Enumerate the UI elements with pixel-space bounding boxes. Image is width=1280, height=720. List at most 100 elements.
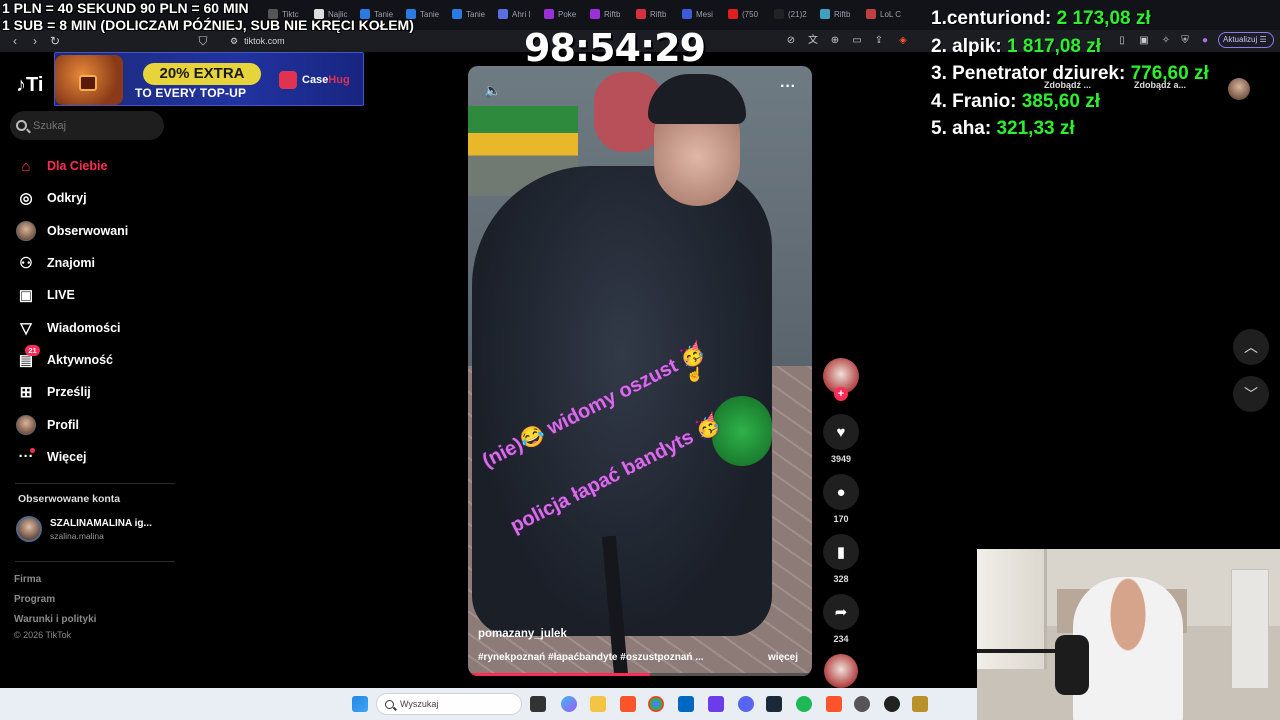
site-info-icon[interactable]: ⚙ [230,36,238,47]
previous-video-button[interactable]: ︿ [1233,329,1269,365]
settings-icon[interactable] [854,696,870,712]
sidebar-item-label: Odkryj [47,191,87,206]
tiktok-logo[interactable]: ♪Ti [16,74,43,97]
avatar [15,220,37,242]
sidebar-item-wiadomości[interactable]: ▽ Wiadomości [15,311,175,343]
get-app-link[interactable]: Zdobądź a... [1134,80,1186,90]
update-button[interactable]: Aktualizuj ☰ [1218,32,1274,48]
followed-account-handle: szalina.malina [50,530,104,541]
sidebar-item-aktywność[interactable]: ▤ 21 Aktywność [15,344,175,376]
casehug-ad-banner[interactable]: 20% EXTRA TO EVERY TOP-UP CaseHug [54,52,364,106]
sidebar-item-dla-ciebie[interactable]: ⌂ Dla Ciebie [15,150,175,182]
sidebar-item-prześlij[interactable]: ⊞ Prześlij [15,376,175,408]
leaderboard-row: 1.centuriond: 2 173,08 zł [931,8,1209,36]
get-coins-link[interactable]: Zdobądź ... [1044,80,1091,90]
windows-start-icon[interactable] [352,696,368,712]
back-icon[interactable]: ‹ [8,34,22,48]
microphone-shape [1055,635,1089,695]
more-options-icon[interactable]: ··· [780,78,796,96]
tab-favicon-icon [866,9,876,19]
league-client-icon[interactable] [912,696,928,712]
streamer-shape [1073,577,1183,720]
browser-tab[interactable]: (21)2 [774,6,807,22]
reload-icon[interactable]: ↻ [48,34,62,48]
store-icon[interactable] [678,696,694,712]
sidebar-item-live[interactable]: ▣ LIVE [15,279,175,311]
browser-tab[interactable]: LoL C [866,6,901,22]
followed-account-item[interactable]: SZALINAMALINA ig... szalina.malina [16,516,152,542]
sidebar-item-odkryj[interactable]: ◎ Odkryj [15,182,175,214]
footer-link-program[interactable]: Program [14,594,55,605]
video-more-link[interactable]: więcej [768,652,798,663]
follow-plus-icon[interactable]: + [834,387,848,401]
file-explorer-icon[interactable] [590,696,606,712]
next-video-button[interactable]: ﹀ [1233,376,1269,412]
chrome-icon[interactable] [648,696,664,712]
tab-favicon-icon [544,9,554,19]
browser-tab[interactable]: Poke [544,6,576,22]
leaderboard-row: 5. aha: 321,33 zł [931,118,1209,146]
creator-avatar[interactable]: + [823,358,859,401]
copyright: © 2026 TikTok [14,630,72,640]
browser-tab[interactable]: Ahri l [498,6,530,22]
browser-tab[interactable]: Riftb [636,6,666,22]
task-view-icon[interactable] [530,696,546,712]
brave-icon[interactable] [620,696,636,712]
sidebar-item-label: Obserwowani [47,223,129,238]
discord-icon[interactable] [738,696,754,712]
avatar[interactable] [1228,78,1250,100]
donation-rate-line2: 1 SUB = 8 MIN (DOLICZAM PÓŹNIEJ, SUB NIE… [2,17,414,33]
video-hashtags[interactable]: #rynekpoznań #łapaćbandyte #oszustpoznań… [478,652,704,663]
browser-tab[interactable]: Riftb [820,6,850,22]
like-button[interactable]: ♥ [823,414,859,450]
sidebar-item-znajomi[interactable]: ⚇ Znajomi [15,247,175,279]
cast-icon[interactable]: ▭ [850,34,864,48]
action-rail: + ♥ 3949 ● 170 ▮ 328 ➦ 234 [822,358,860,688]
copilot-icon[interactable] [561,696,577,712]
brave-shield-icon[interactable]: ◈ [896,34,910,48]
music-disc-icon[interactable] [824,654,858,688]
windows-taskbar: Wyszukaj [0,688,977,720]
sidebar-item-profil[interactable]: Profil [15,408,175,440]
fridge-shape [1231,569,1269,689]
browser-tab[interactable]: Riftb [590,6,620,22]
translate-icon[interactable]: 文 [806,34,820,48]
zoom-icon[interactable]: ⊕ [828,34,842,48]
obs-icon[interactable] [884,696,900,712]
update-label: Aktualizuj [1223,35,1258,44]
sidebar-item-label: Znajomi [47,256,95,271]
leaderboard-name: 2. alpik: [931,35,1008,57]
steam-icon[interactable] [766,696,782,712]
app-icon[interactable] [708,696,724,712]
like-count: 3949 [830,454,852,464]
search-box[interactable] [10,111,164,140]
search-input[interactable] [33,119,153,132]
donation-rate-line1: 1 PLN = 40 SEKUND 90 PLN = 60 MIN [2,0,249,16]
browser-tab[interactable]: Tanie [452,6,485,22]
sidebar-divider [15,483,175,484]
url-text: tiktok.com [244,36,285,46]
translate-off-icon[interactable]: ⊘ [784,34,798,48]
browser-tab[interactable]: (750 [728,6,758,22]
footer-link-terms[interactable]: Warunki i polityki [14,614,96,625]
volume-icon[interactable]: 🔈 [484,82,501,99]
bookmark-icon[interactable]: ⛉ [196,34,210,48]
share-icon[interactable]: ⇪ [872,34,886,48]
brave-icon[interactable] [826,696,842,712]
spotify-icon[interactable] [796,696,812,712]
footer-link-company[interactable]: Firma [14,574,41,585]
video-author[interactable]: pomazany_julek [478,628,567,640]
url-field[interactable]: ⚙ tiktok.com [230,33,285,49]
video-progress-bar[interactable] [468,673,812,676]
taskbar-search[interactable]: Wyszukaj [376,693,522,715]
browser-tab[interactable]: Mesi [682,6,713,22]
save-button[interactable]: ▮ [823,534,859,570]
tab-favicon-icon [452,9,462,19]
sidebar-item-obserwowani[interactable]: Obserwowani [15,215,175,247]
comment-button[interactable]: ● [823,474,859,510]
sidebar-item-label: Aktywność [47,352,113,367]
share-button[interactable]: ➦ [823,594,859,630]
video-player[interactable]: (nie)😂 widomy oszust 🥳 policja łapać ban… [468,66,812,676]
sidebar-item-więcej[interactable]: ··· Więcej [15,441,175,473]
forward-icon[interactable]: › [28,34,42,48]
